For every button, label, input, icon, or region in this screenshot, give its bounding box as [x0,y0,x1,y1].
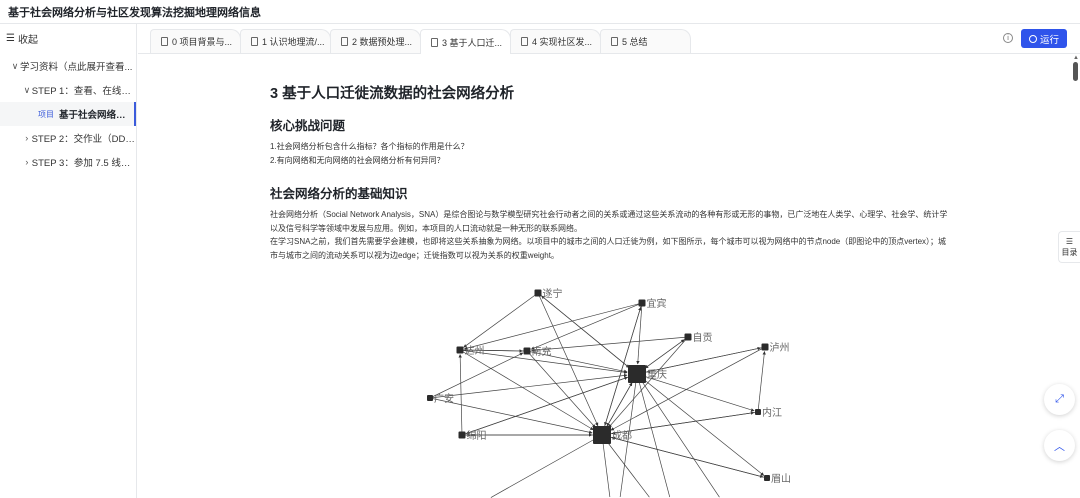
network-node-chongqing [628,365,646,383]
tree-item-step3[interactable]: › STEP 3：参加 7.5 线上... [0,150,136,174]
info-icon[interactable]: i [1003,33,1013,43]
tree-item-label: 学习资料（点此展开查看... [20,62,133,73]
collapse-icon: ☰ [6,32,15,44]
network-node-label: 重庆 [647,368,667,381]
network-node-chengdu [593,426,611,444]
scrollbar-thumb[interactable] [1073,62,1078,81]
network-node-label: 宜宾 [647,297,667,310]
paragraph-sna-definition: 社会网络分析（Social Network Analysis，SNA）是综合图论… [270,210,948,233]
tab-3[interactable]: 3 基于人口迁... [420,29,511,54]
network-edge [429,397,593,434]
fullscreen-button[interactable]: ⤢ [1044,384,1075,415]
network-edge [611,411,759,435]
migration-network-graph: 遂宁宜宾自贡泸州 达州 南充重庆广安内江绵阳 成都眉山 [427,287,791,498]
question-1: 1.社会网络分析包含什么指标？各个指标的作用是什么？ [270,142,469,151]
chevron-right-icon: › [25,133,29,143]
network-edge [757,351,766,413]
network-edge [464,302,643,350]
sidebar-collapse-button[interactable]: ☰ 收起 [0,24,136,52]
project-tag: 项目 [38,109,54,119]
tree-item-materials[interactable]: ∨ 学习资料（点此展开查看... [0,54,136,78]
list-icon: ☰ [1065,236,1074,246]
toc-label: 目录 [1061,247,1078,257]
paragraph-modeling: 在学习SNA之前，我们首先需要学会建模，也即将这些关系抽象为网络。以项目中的城市… [270,237,947,260]
heading-basics: 社会网络分析的基础知识 [270,187,408,201]
notebook-tabs: 0 项目背景与... 1 认识地理流/... 2 数据预处理... 3 基于人口… [138,24,1080,54]
network-node-label: 广安 [434,392,454,405]
run-label: 运行 [1039,34,1059,46]
network-node-neijiang [755,409,761,415]
document-icon [161,37,168,46]
app-title: 基于社会网络分析与社区发现算法挖掘地理网络信息 [8,6,261,19]
network-node-label: 眉山 [771,473,791,485]
network-edge [608,336,689,428]
document-icon [251,37,258,46]
tree-item-step1[interactable]: ∨ STEP 1：查看、在线运... [0,78,136,102]
back-to-top-button[interactable]: ︿ [1044,430,1075,461]
network-edge [610,346,766,431]
tab-4[interactable]: 4 实现社区发... [510,29,601,53]
network-node-dazhou [456,346,464,354]
network-node-label: 绵阳 [467,429,487,442]
expand-icon: ⤢ [1055,393,1064,405]
toc-button[interactable]: ☰ 目录 [1058,231,1080,263]
tab-2[interactable]: 2 数据预处理... [330,29,421,53]
tab-1[interactable]: 1 认识地理流/... [240,29,331,53]
tree-item-label: STEP 3：参加 7.5 线上... [31,158,136,169]
collapse-label: 收起 [17,34,38,46]
network-edge [429,373,628,399]
network-edge [636,373,671,498]
network-node-meishan [764,475,770,481]
network-node-luzhou [761,343,769,351]
network-edge [636,373,765,476]
network-edge [490,434,603,498]
network-node-nanchong [523,347,531,355]
network-node-label: 泸州 [770,342,790,354]
page-title: 3 基于人口迁徙流数据的社会网络分析 [270,86,515,102]
tree-item-step2[interactable]: › STEP 2：交作业（DDL ... [0,126,136,150]
chevron-up-icon: ︿ [1054,440,1065,453]
network-node-label: 内江 [762,406,782,419]
play-icon [1028,34,1037,43]
document-icon [341,37,348,46]
network-edge [611,436,768,479]
network-edges [429,292,768,498]
network-node-suining [534,289,542,297]
network-node-label: 达州 [465,345,485,357]
network-node-mianyang [458,431,466,439]
network-node-label: 南充 [532,345,552,358]
sidebar: ☰ 收起 ∨ 学习资料（点此展开查看... ∨ STEP 1：查看、在线运...… [0,24,137,498]
tree-item-label: 基于社会网络分析... [59,110,134,121]
tab-5[interactable]: 5 总结 [600,29,691,53]
run-button[interactable]: 运行 [1021,29,1067,48]
question-2: 2.有向网络和无向网络的社会网络分析有何异同？ [270,156,445,165]
network-edge [601,434,650,498]
title-bar: 基于社会网络分析与社区发现算法挖掘地理网络信息 [0,0,1080,24]
chevron-right-icon: › [25,157,29,167]
chevron-down-icon: ∨ [23,84,31,95]
network-node-zigong [684,333,692,341]
tree-item-project[interactable]: 项目 基于社会网络分析... [0,102,136,126]
network-node-label: 遂宁 [543,287,563,300]
network-edge [636,373,720,498]
network-node-yibin [638,299,646,307]
chevron-down-icon: ∨ [11,60,19,71]
document-icon [521,37,528,46]
tree-item-label: STEP 2：交作业（DDL ... [31,134,136,145]
tree-item-label: STEP 1：查看、在线运... [31,86,136,97]
network-node-guangan [427,395,433,401]
network-edge [636,302,643,365]
tab-0[interactable]: 0 项目背景与... [150,29,241,53]
network-edge [541,295,638,375]
network-node-label: 成都 [612,430,632,442]
document-icon [431,37,438,47]
network-edge [526,350,596,428]
network-edge [459,349,594,431]
network-node-label: 自贡 [693,331,713,344]
heading-core-questions: 核心挑战问题 [270,119,346,133]
document-icon [611,37,618,46]
scroll-up-arrow[interactable]: ▲ [1073,55,1079,61]
